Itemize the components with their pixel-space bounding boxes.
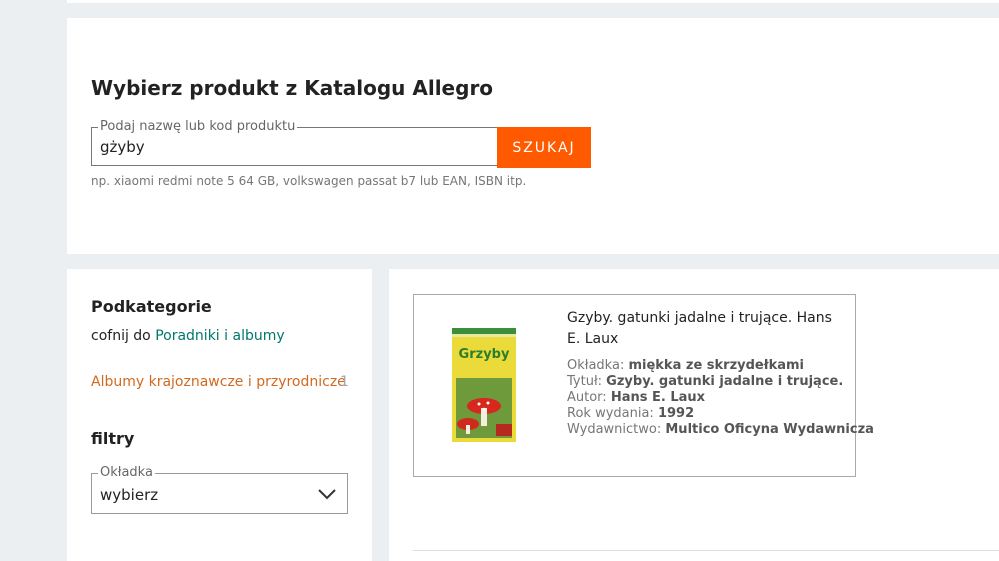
product-attributes: Okładka: miękka ze skrzydełkami Tytuł: G…: [567, 358, 874, 438]
search-panel: Wybierz produkt z Katalogu Allegro Podaj…: [67, 18, 999, 254]
book-cover-image[interactable]: Grzyby: [452, 328, 516, 442]
product-title[interactable]: Gzyby. gatunki jadalne i trujące. Hans E…: [567, 308, 847, 350]
filters-title: filtry: [91, 429, 135, 448]
results-divider: [413, 550, 999, 551]
search-input[interactable]: Podaj nazwę lub kod produktu gżyby: [91, 119, 497, 166]
back-link-row: cofnij do Poradniki i albumy: [91, 328, 285, 344]
search-hint: np. xiaomi redmi note 5 64 GB, volkswage…: [91, 174, 527, 188]
page-title: Wybierz produkt z Katalogu Allegro: [91, 76, 494, 100]
book-cover-title: Grzyby: [459, 347, 510, 362]
attr-author: Autor: Hans E. Laux: [567, 390, 706, 405]
search-input-label: Podaj nazwę lub kod produktu: [98, 119, 298, 135]
sidebar: Podkategorie cofnij do Poradniki i album…: [67, 269, 372, 561]
subcategory-count: 1: [340, 374, 349, 390]
attr-title: Tytuł: Gzyby. gatunki jadalne i trujące.: [567, 374, 844, 389]
search-input-value[interactable]: gżyby: [100, 138, 145, 156]
attr-year: Rok wydania: 1992: [567, 406, 695, 421]
results-panel: Grzyby Gzyby. gatunki jadalne i trujące.…: [389, 269, 999, 561]
search-button[interactable]: SZUKAJ: [497, 127, 591, 168]
attr-publisher: Wydawnictwo: Multico Oficyna Wydawnicza: [567, 422, 874, 437]
chevron-down-icon[interactable]: [317, 484, 337, 504]
subcategory-link[interactable]: Albumy krajoznawcze i przyrodnicze: [91, 374, 346, 390]
top-strip: [67, 0, 999, 3]
cover-filter-value: wybierz: [100, 486, 159, 504]
cover-filter-select[interactable]: Okładka wybierz: [91, 465, 348, 514]
subcategories-title: Podkategorie: [91, 297, 212, 316]
product-card[interactable]: Grzyby Gzyby. gatunki jadalne i trujące.…: [413, 294, 874, 477]
cover-filter-label: Okładka: [98, 465, 155, 481]
back-link[interactable]: Poradniki i albumy: [155, 328, 284, 344]
back-prefix: cofnij do: [91, 328, 151, 344]
attr-cover: Okładka: miękka ze skrzydełkami: [567, 358, 804, 373]
